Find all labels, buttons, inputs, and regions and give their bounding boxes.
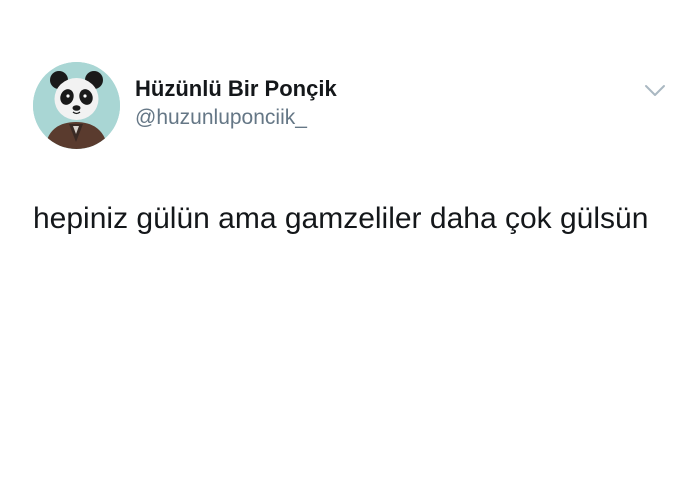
panda-avatar-icon bbox=[33, 62, 120, 149]
author-handle[interactable]: @huzunluponciik_ bbox=[135, 106, 307, 130]
tweet-text: hepiniz gülün ama gamzeliler daha çok gü… bbox=[33, 202, 649, 235]
profile-avatar[interactable] bbox=[33, 62, 120, 149]
tweet-card: Hüzünlü Bir Ponçik @huzunluponciik_ hepi… bbox=[0, 0, 690, 496]
author-display-name[interactable]: Hüzünlü Bir Ponçik bbox=[135, 76, 337, 102]
tweet-menu-button[interactable] bbox=[644, 84, 666, 98]
chevron-down-icon bbox=[645, 85, 665, 96]
